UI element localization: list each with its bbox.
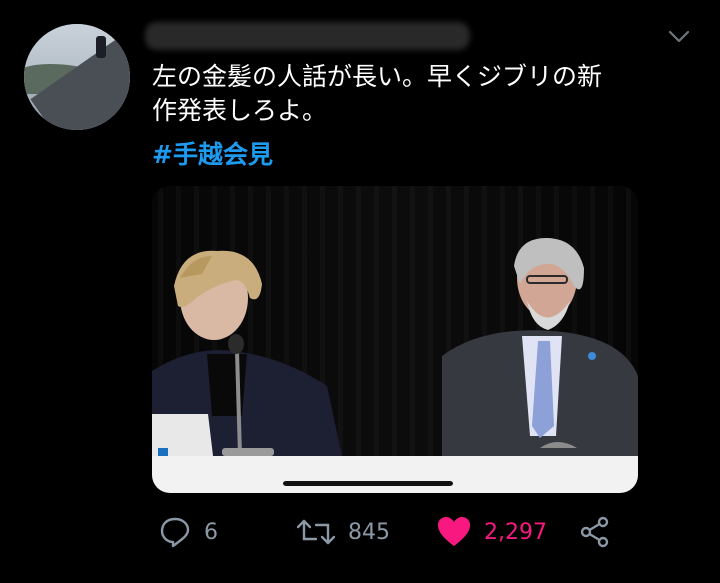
hashtag-link[interactable]: #手越会見	[152, 138, 273, 172]
tweet-actions: 6 845 2,297	[0, 510, 720, 560]
redacted-username	[145, 22, 470, 50]
retweet-button[interactable]: 845	[296, 510, 390, 554]
tweet-media[interactable]	[152, 186, 638, 493]
share-icon	[580, 516, 609, 548]
reply-button[interactable]: 6	[158, 510, 218, 554]
reply-icon	[160, 517, 190, 548]
like-button[interactable]: 2,297	[436, 510, 547, 554]
retweet-icon	[296, 519, 336, 545]
like-count: 2,297	[484, 519, 547, 545]
reply-count: 6	[204, 519, 218, 545]
heart-icon	[438, 517, 470, 546]
chevron-down-icon	[668, 30, 690, 43]
retweet-count: 845	[348, 519, 390, 545]
avatar[interactable]	[24, 24, 130, 130]
tweet-menu-button[interactable]	[664, 24, 694, 48]
share-button[interactable]	[578, 510, 612, 554]
press-conference-photo	[152, 186, 638, 493]
tweet-text: 左の金髪の人話が長い。早くジブリの新 作発表しろよ。	[152, 62, 603, 125]
avatar-figure	[96, 36, 106, 58]
